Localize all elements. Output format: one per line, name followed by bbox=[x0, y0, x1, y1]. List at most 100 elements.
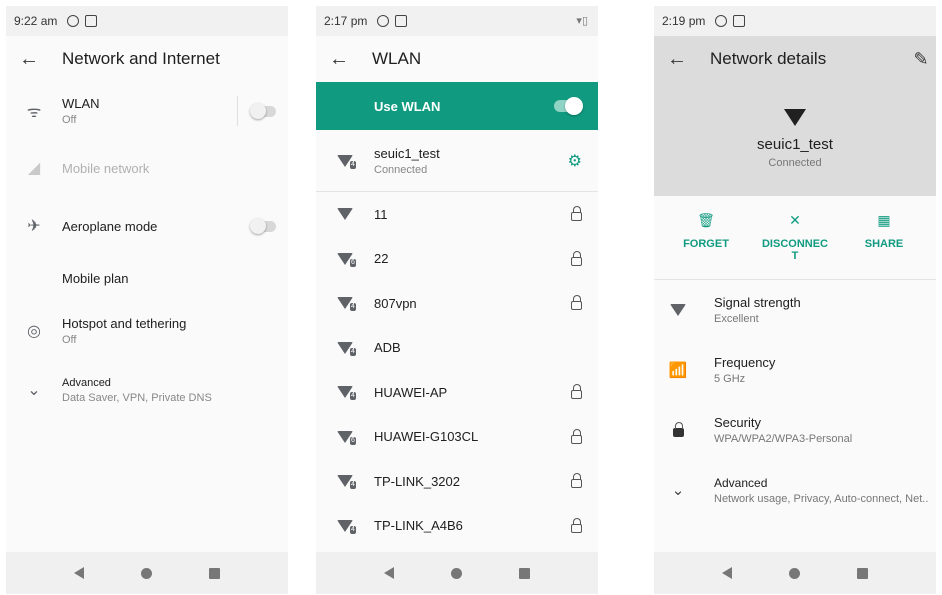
network-status: Connected bbox=[768, 157, 822, 169]
close-icon: ✕ bbox=[789, 212, 801, 228]
sim-icon bbox=[85, 15, 98, 27]
nav-back-icon[interactable] bbox=[74, 567, 85, 579]
network-name: seuic1_test bbox=[757, 136, 833, 153]
wifi-level: 4 bbox=[350, 347, 356, 356]
detail-label: Advanced bbox=[714, 475, 768, 490]
wifi-signal-icon bbox=[316, 208, 374, 221]
use-wlan-toggle[interactable] bbox=[554, 97, 583, 115]
hotspot-item[interactable]: ◎ Hotspot and tethering Off bbox=[6, 300, 288, 362]
hotspot-label: Hotspot and tethering bbox=[62, 316, 187, 331]
wifi-signal-icon: 6 bbox=[316, 252, 374, 267]
navigation-bar bbox=[6, 552, 288, 594]
nav-recents-icon[interactable] bbox=[518, 567, 530, 579]
wlan-screen: 2:17 pm ▾▯ ← WLAN Use WLAN 4 seuic1_test… bbox=[316, 6, 598, 594]
connected-network[interactable]: 4 seuic1_test Connected ⚙ bbox=[316, 130, 598, 192]
nav-home-icon[interactable] bbox=[450, 567, 462, 579]
notification-icon bbox=[67, 15, 80, 27]
network-name: HUAWEI-AP bbox=[374, 384, 448, 400]
aeroplane-mode-label: Aeroplane mode bbox=[62, 218, 158, 234]
sim-icon bbox=[395, 15, 408, 27]
wifi-signal-icon bbox=[784, 109, 806, 126]
page-title: Network details bbox=[710, 49, 827, 68]
share-label: SHARE bbox=[864, 238, 904, 250]
notification-icon bbox=[715, 15, 728, 27]
use-wlan-bar[interactable]: Use WLAN bbox=[316, 82, 598, 130]
network-item[interactable]: 6 HUAWEI-G103CL bbox=[316, 415, 598, 460]
nav-recents-icon[interactable] bbox=[208, 567, 220, 579]
lock-icon bbox=[571, 473, 582, 489]
network-item[interactable]: 4 ADB bbox=[316, 326, 598, 371]
wlan-item[interactable]: ᯤ WLAN Off bbox=[6, 82, 288, 140]
nav-home-icon[interactable] bbox=[140, 567, 152, 579]
lock-icon bbox=[571, 250, 582, 266]
share-button[interactable]: ▦ SHARE bbox=[846, 212, 922, 279]
lock-icon bbox=[571, 206, 582, 222]
wlan-toggle[interactable] bbox=[250, 102, 276, 119]
lock-icon bbox=[571, 384, 582, 400]
airplane-icon: ✈ bbox=[27, 218, 41, 235]
hotspot-state: Off bbox=[62, 334, 77, 346]
signal-icon: ◢ bbox=[27, 160, 41, 177]
detail-label: Frequency bbox=[714, 355, 776, 370]
disconnect-button[interactable]: ✕ DISCONNEC T bbox=[757, 212, 833, 279]
network-name: TP-LINK_A4B6 bbox=[374, 518, 463, 534]
network-item[interactable]: 4 TP-LINK_3202 bbox=[316, 459, 598, 504]
status-time: 2:17 pm bbox=[324, 14, 368, 28]
nav-home-icon[interactable] bbox=[788, 567, 800, 579]
detail-value: WPA/WPA2/WPA3-Personal bbox=[714, 433, 853, 445]
nav-back-icon[interactable] bbox=[384, 567, 395, 579]
status-time: 2:19 pm bbox=[662, 14, 706, 28]
action-row: 🗑 FORGET ✕ DISCONNEC T ▦ SHARE bbox=[654, 196, 936, 280]
signal-strength-row: Signal strength Excellent bbox=[654, 280, 936, 340]
status-bar: 9:22 am bbox=[6, 6, 288, 36]
wifi-signal-icon: 4 bbox=[316, 341, 374, 356]
status-bar: 2:19 pm bbox=[654, 6, 936, 36]
security-row: Security WPA/WPA2/WPA3-Personal bbox=[654, 400, 936, 460]
status-signal-icon: ▾▯ bbox=[576, 15, 588, 27]
wifi-signal-icon bbox=[654, 304, 702, 316]
nav-back-icon[interactable] bbox=[722, 567, 733, 579]
network-item[interactable]: 4 807vpn bbox=[316, 281, 598, 326]
disconnect-label: DISCONNEC T bbox=[761, 238, 828, 262]
hotspot-icon: ◎ bbox=[27, 323, 41, 340]
detail-value: Network usage, Privacy, Auto-connect, Ne… bbox=[714, 492, 929, 505]
wifi-level: 4 bbox=[350, 525, 356, 534]
chevron-down-icon: ⌄ bbox=[27, 382, 41, 399]
antenna-icon: 📶 bbox=[668, 362, 688, 379]
nav-recents-icon[interactable] bbox=[856, 567, 868, 579]
detail-label: Security bbox=[714, 415, 761, 430]
gear-icon[interactable]: ⚙ bbox=[568, 151, 582, 171]
wifi-level: 4 bbox=[350, 392, 356, 401]
mobile-plan-item[interactable]: Mobile plan bbox=[6, 256, 288, 300]
lock-icon bbox=[571, 428, 582, 444]
network-name: 807vpn bbox=[374, 295, 417, 311]
network-name: 11 bbox=[374, 206, 388, 222]
back-arrow-icon[interactable]: ← bbox=[654, 48, 700, 71]
network-item[interactable]: 4 TP-LINK_A4B6 bbox=[316, 504, 598, 549]
status-time: 9:22 am bbox=[14, 14, 58, 28]
aeroplane-mode-item[interactable]: ✈ Aeroplane mode bbox=[6, 196, 288, 256]
network-name: seuic1_test bbox=[374, 145, 440, 161]
page-title: WLAN bbox=[372, 49, 422, 68]
forget-button[interactable]: 🗑 FORGET bbox=[668, 212, 744, 279]
network-name: 22 bbox=[374, 251, 389, 267]
wifi-level: 6 bbox=[350, 436, 356, 445]
status-bar: 2:17 pm ▾▯ bbox=[316, 6, 598, 36]
frequency-row: 📶 Frequency 5 GHz bbox=[654, 340, 936, 400]
divider bbox=[237, 96, 238, 126]
aeroplane-toggle[interactable] bbox=[250, 217, 276, 234]
advanced-row[interactable]: ⌄ Advanced Network usage, Privacy, Auto-… bbox=[654, 460, 936, 520]
advanced-item[interactable]: ⌄ Advanced Data Saver, VPN, Private DNS bbox=[6, 362, 288, 418]
network-name: ADB bbox=[374, 340, 401, 356]
app-bar: ← Network and Internet bbox=[6, 36, 288, 82]
back-arrow-icon[interactable]: ← bbox=[6, 48, 52, 71]
detail-value: 5 GHz bbox=[714, 373, 746, 385]
back-arrow-icon[interactable]: ← bbox=[316, 48, 362, 71]
edit-pencil-icon[interactable]: ✎ bbox=[906, 49, 936, 70]
network-name: HUAWEI-G103CL bbox=[374, 429, 479, 445]
network-item[interactable]: 4 HUAWEI-AP bbox=[316, 370, 598, 415]
wifi-signal-icon: 4 bbox=[316, 386, 374, 401]
network-item[interactable]: 6 22 bbox=[316, 237, 598, 282]
sim-icon bbox=[733, 15, 746, 27]
network-item[interactable]: 11 bbox=[316, 192, 598, 237]
